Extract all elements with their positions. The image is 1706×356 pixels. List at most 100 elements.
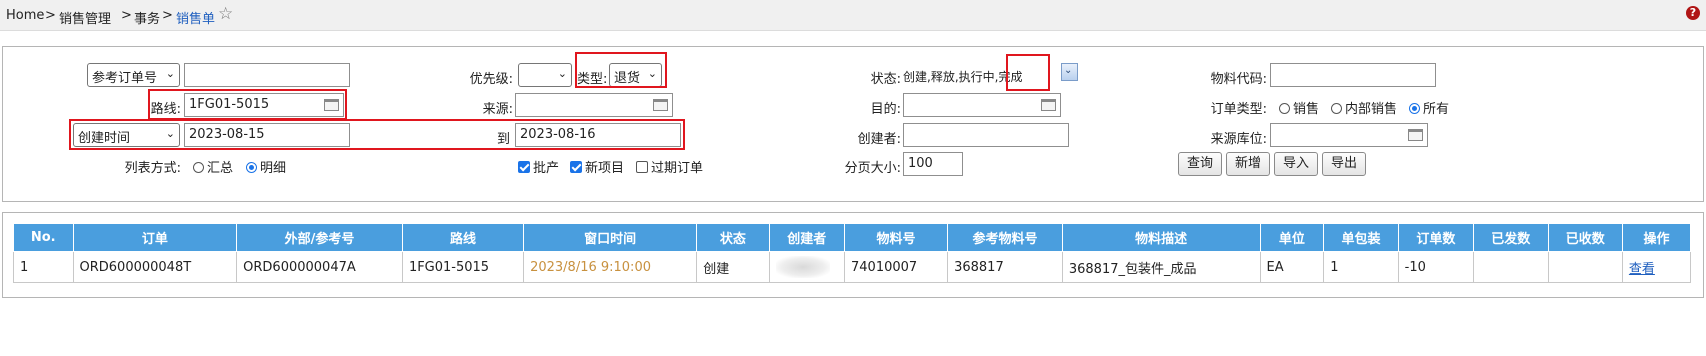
column-header[interactable]: 订单数 <box>1397 223 1475 252</box>
highlight-status-complete <box>1006 54 1050 91</box>
column-header[interactable]: 窗口时间 <box>523 223 698 252</box>
breadcrumb: Home > 销售管理 > 事务 > 销售单 ☆ ? <box>0 0 1706 31</box>
order-type-all-label: 所有 <box>1423 102 1450 117</box>
highlight-date-range <box>69 119 685 150</box>
page-size-label: 分页大小: <box>844 161 901 176</box>
source-location-input[interactable] <box>1270 123 1428 147</box>
order-type-all-radio[interactable]: 所有 <box>1409 98 1449 117</box>
column-header[interactable]: 订单 <box>72 223 238 252</box>
order-type-internal-radio[interactable]: 内部销售 <box>1331 98 1397 117</box>
column-header[interactable]: 操作 <box>1621 223 1692 252</box>
priority-select[interactable]: ⌄ <box>518 63 572 87</box>
highlight-type <box>575 52 667 88</box>
lookup-icon[interactable] <box>653 99 668 111</box>
radio-icon <box>1279 103 1290 114</box>
breadcrumb-separator: > <box>45 8 56 23</box>
destination-label: 目的: <box>870 102 901 117</box>
status-dropdown-button[interactable]: ⌄ <box>1061 63 1078 81</box>
cell-no: 1 <box>13 251 74 283</box>
chevron-down-icon: ⌄ <box>165 67 175 80</box>
column-header[interactable]: 已发数 <box>1473 223 1549 252</box>
list-mode-detail-radio[interactable]: 明细 <box>246 157 286 176</box>
column-header[interactable]: 单位 <box>1259 223 1325 252</box>
lookup-icon[interactable] <box>1041 99 1056 111</box>
list-mode-summary-radio[interactable]: 汇总 <box>193 157 233 176</box>
table-row[interactable]: 1 ORD600000048T ORD600000047A 1FG01-5015… <box>13 251 1692 283</box>
cell-creator <box>768 251 846 283</box>
new-project-label: 新项目 <box>585 161 625 176</box>
add-button[interactable]: 新增 <box>1226 152 1270 176</box>
breadcrumb-home[interactable]: Home <box>6 8 44 23</box>
status-label: 状态: <box>870 72 901 87</box>
radio-icon <box>193 162 204 173</box>
results-panel: No. 订单 外部/参考号 路线 窗口时间 状态 创建者 物料号 参考物料号 物… <box>2 212 1704 298</box>
cell-received-qty <box>1547 251 1623 283</box>
column-header[interactable]: 创建者 <box>768 223 846 252</box>
status-value: 创建,释放,执行中,完成 <box>903 70 1023 84</box>
highlight-route <box>148 89 347 120</box>
order-type-sales-radio[interactable]: 销售 <box>1279 98 1319 117</box>
radio-selected-icon <box>1409 103 1420 114</box>
cell-external-ref: ORD600000047A <box>236 251 403 283</box>
ref-order-input[interactable] <box>184 63 350 87</box>
cell-ref-material-no: 368817 <box>947 251 1063 283</box>
batch-checkbox[interactable]: 批产 <box>518 157 559 176</box>
column-header[interactable]: No. <box>13 223 74 252</box>
blurred-creator <box>775 256 830 278</box>
column-header[interactable]: 物料描述 <box>1061 223 1261 252</box>
column-header[interactable]: 单包装 <box>1323 223 1399 252</box>
lookup-icon[interactable] <box>1408 129 1423 141</box>
cell-unit: EA <box>1259 251 1325 283</box>
cell-window-time: 2023/8/16 9:10:00 <box>523 251 698 283</box>
creator-input[interactable] <box>903 123 1069 147</box>
destination-input[interactable] <box>903 93 1061 117</box>
column-header[interactable]: 参考物料号 <box>947 223 1063 252</box>
export-button[interactable]: 导出 <box>1322 152 1366 176</box>
priority-label: 优先级: <box>469 72 513 87</box>
page-size-input[interactable]: 100 <box>903 152 963 176</box>
list-mode-label: 列表方式: <box>124 161 181 176</box>
order-type-label: 订单类型: <box>1210 102 1267 117</box>
help-icon[interactable]: ? <box>1686 6 1700 20</box>
breadcrumb-separator: > <box>162 8 173 23</box>
radio-selected-icon <box>246 162 257 173</box>
material-code-label: 物料代码: <box>1210 72 1267 87</box>
cell-shipped-qty <box>1473 251 1549 283</box>
order-type-internal-label: 内部销售 <box>1345 102 1398 117</box>
checkbox-checked-icon <box>518 161 530 173</box>
cell-order: ORD600000048T <box>72 251 238 283</box>
table-header-row: No. 订单 外部/参考号 路线 窗口时间 状态 创建者 物料号 参考物料号 物… <box>13 223 1692 252</box>
cell-material-no: 74010007 <box>844 251 949 283</box>
column-header[interactable]: 路线 <box>401 223 525 252</box>
breadcrumb-transaction[interactable]: 事务 <box>134 8 160 27</box>
view-link[interactable]: 查看 <box>1621 251 1692 283</box>
breadcrumb-sales-management[interactable]: 销售管理 <box>59 8 111 27</box>
batch-label: 批产 <box>533 161 560 176</box>
results-table: No. 订单 外部/参考号 路线 窗口时间 状态 创建者 物料号 参考物料号 物… <box>13 223 1692 283</box>
list-mode-detail-label: 明细 <box>260 161 287 176</box>
new-project-checkbox[interactable]: 新项目 <box>570 157 624 176</box>
ref-order-field-select[interactable]: 参考订单号 ⌄ <box>87 63 180 87</box>
favorite-star-icon[interactable]: ☆ <box>218 4 233 24</box>
cell-route: 1FG01-5015 <box>401 251 525 283</box>
column-header[interactable]: 状态 <box>696 223 770 252</box>
cell-status: 创建 <box>696 251 770 283</box>
material-code-input[interactable] <box>1270 63 1436 87</box>
order-type-sales-label: 销售 <box>1293 102 1320 117</box>
source-label: 来源: <box>482 102 513 117</box>
cell-pack: 1 <box>1323 251 1399 283</box>
breadcrumb-current: 销售单 <box>176 12 216 27</box>
breadcrumb-separator: > <box>121 8 132 23</box>
query-button[interactable]: 查询 <box>1178 152 1222 176</box>
source-input[interactable] <box>515 93 673 117</box>
column-header[interactable]: 已收数 <box>1547 223 1623 252</box>
chevron-down-icon: ⌄ <box>557 67 567 80</box>
expired-order-label: 过期订单 <box>651 161 704 176</box>
checkbox-checked-icon <box>570 161 582 173</box>
cell-order-qty: -10 <box>1397 251 1475 283</box>
search-panel: 参考订单号 ⌄ 路线: 1FG01-5015 创建时间 ⌄ 2023-08-15… <box>2 46 1704 202</box>
column-header[interactable]: 外部/参考号 <box>236 223 403 252</box>
expired-order-checkbox[interactable]: 过期订单 <box>636 157 703 176</box>
column-header[interactable]: 物料号 <box>844 223 949 252</box>
import-button[interactable]: 导入 <box>1274 152 1318 176</box>
